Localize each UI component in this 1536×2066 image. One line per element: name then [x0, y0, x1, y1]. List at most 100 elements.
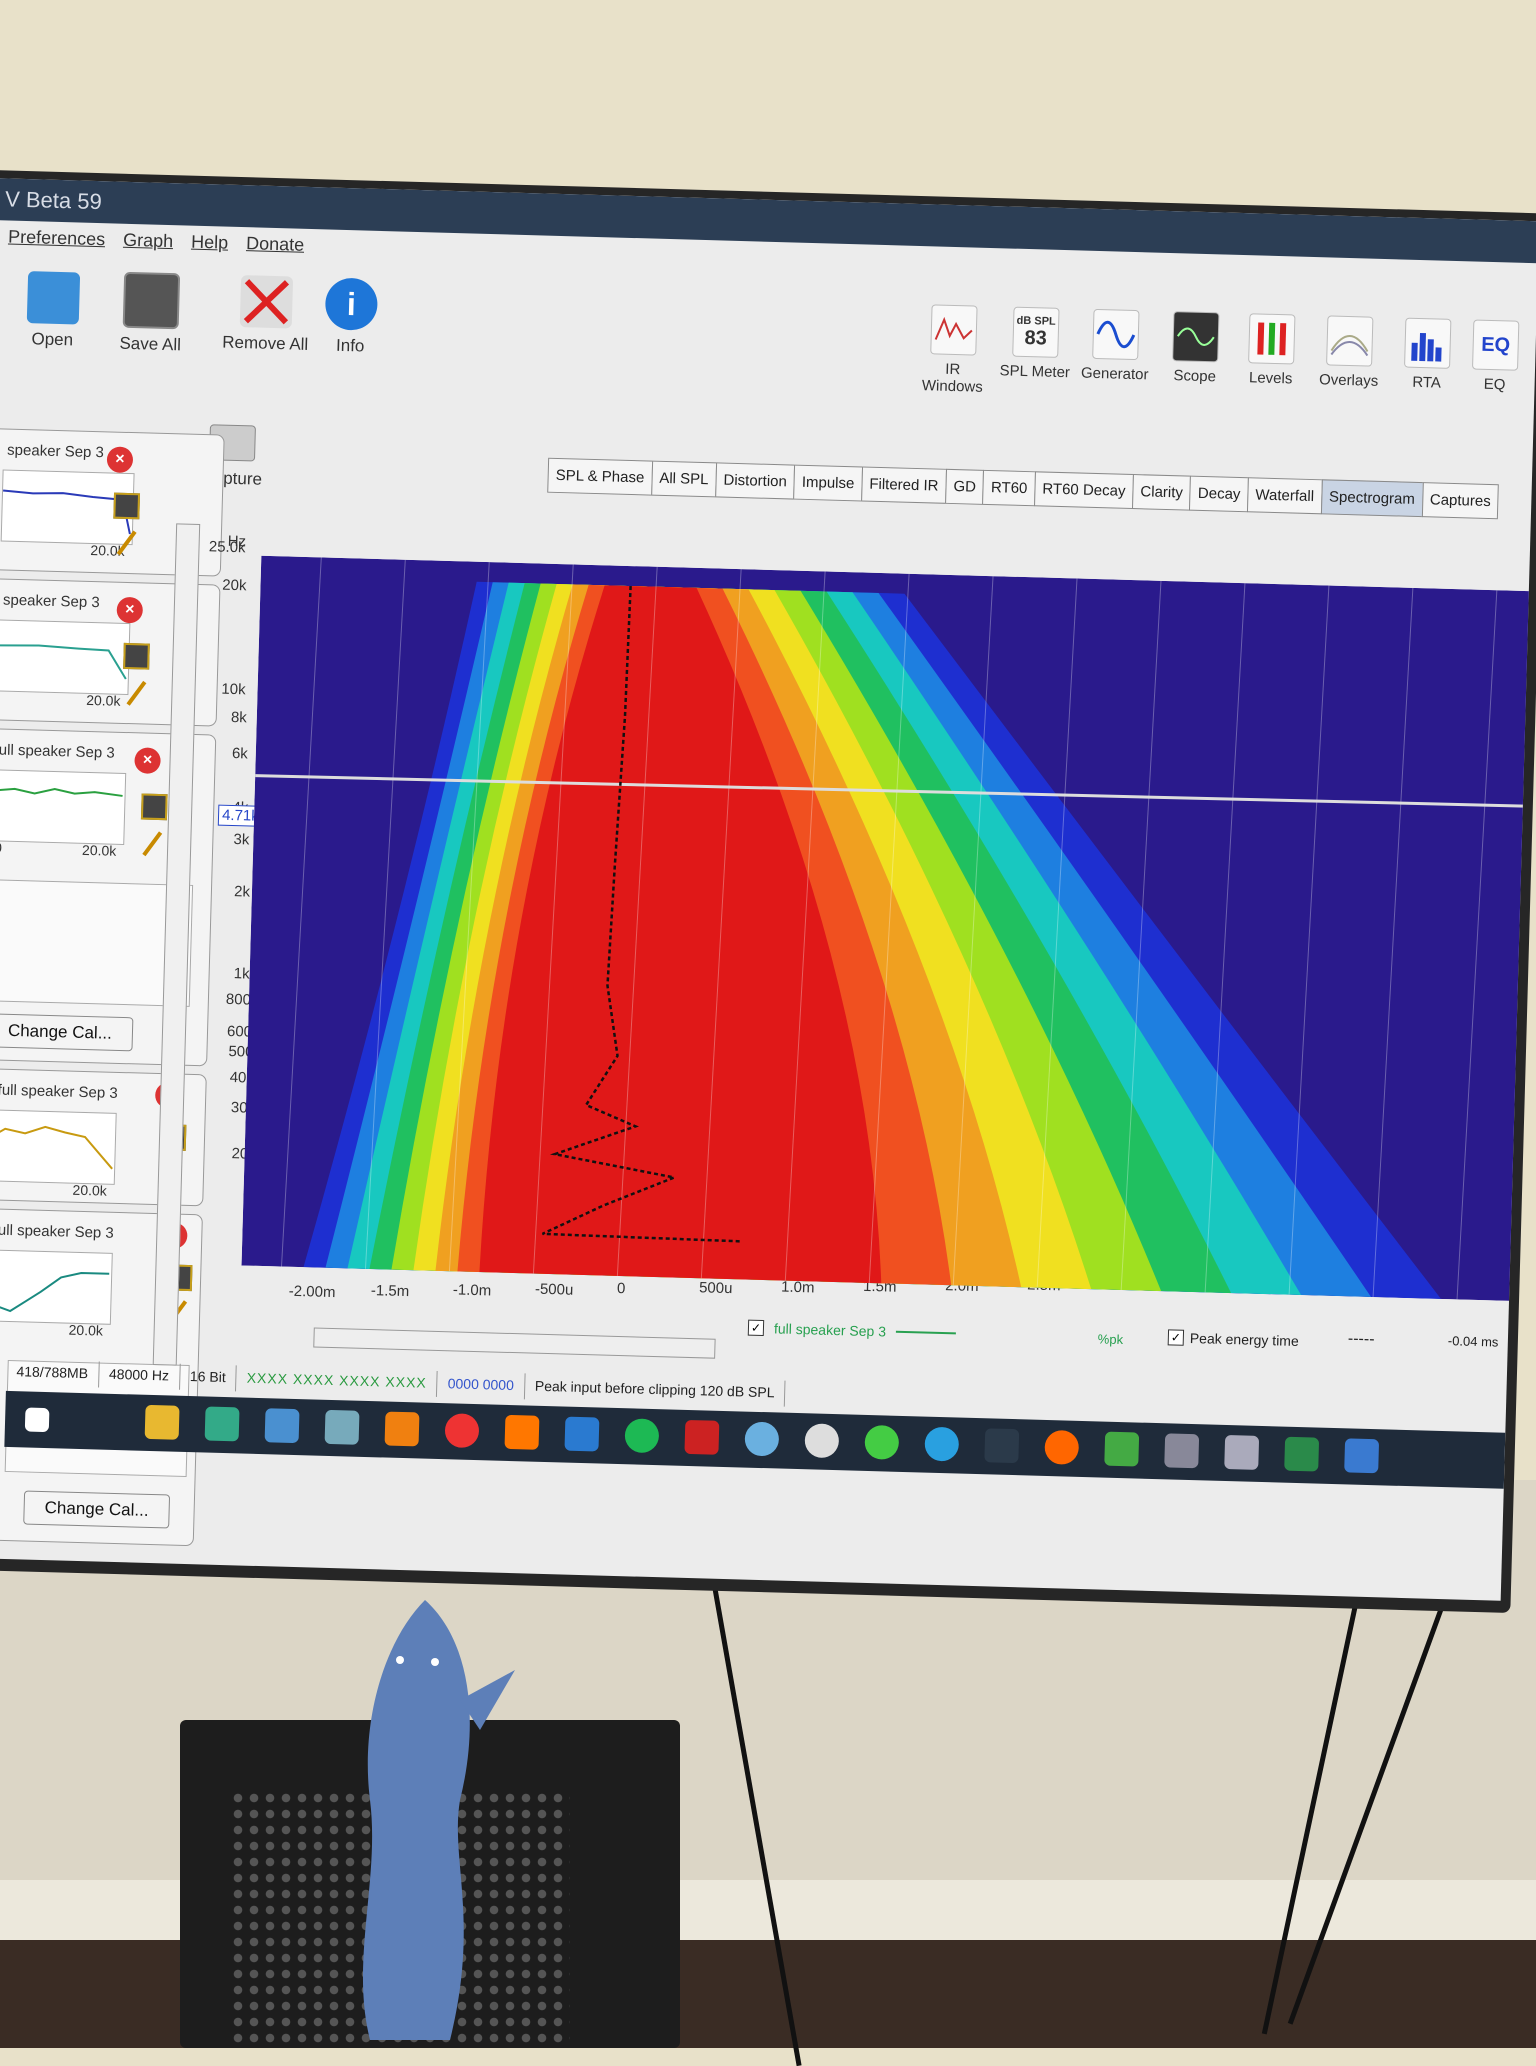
- overlays-button[interactable]: Overlays: [1308, 315, 1390, 390]
- spl-unit: dB SPL: [1016, 314, 1055, 327]
- app-icon[interactable]: [684, 1420, 719, 1455]
- info-button[interactable]: i Info: [320, 277, 382, 357]
- app-icon[interactable]: [325, 1410, 360, 1445]
- legend: ✓ full speaker Sep 3: [748, 1320, 956, 1342]
- menu-graph[interactable]: Graph: [123, 230, 174, 261]
- remove-all-button[interactable]: Remove All: [215, 274, 317, 355]
- menu-bar: Preferences Graph Help Donate: [0, 226, 304, 265]
- measurement-name: 5full speaker Sep 3: [0, 1221, 114, 1242]
- tab-spectrogram[interactable]: Spectrogram: [1321, 479, 1424, 517]
- generator-button[interactable]: Generator: [1075, 308, 1157, 383]
- save-measurement-icon[interactable]: [141, 793, 168, 820]
- tab-rt60-decay[interactable]: RT60 Decay: [1034, 471, 1134, 509]
- tab-decay[interactable]: Decay: [1189, 476, 1248, 513]
- time-scrollbar[interactable]: [313, 1327, 715, 1358]
- thumbnail-x-end: 20.0k: [72, 1182, 107, 1199]
- x-tick-label: -1.5m: [371, 1282, 410, 1300]
- remove-measurement-icon[interactable]: ×: [107, 446, 134, 473]
- status-message: Peak input before clipping 120 dB SPL: [525, 1373, 786, 1406]
- tab-clarity[interactable]: Clarity: [1132, 474, 1191, 511]
- scope-icon: [1172, 311, 1219, 362]
- app-icon[interactable]: [1164, 1433, 1199, 1468]
- tab-distortion[interactable]: Distortion: [715, 462, 795, 499]
- chrome-icon[interactable]: [445, 1413, 480, 1448]
- remove-measurement-icon[interactable]: ×: [134, 747, 161, 774]
- telegram-icon[interactable]: [924, 1427, 959, 1462]
- tab-waterfall[interactable]: Waterfall: [1247, 477, 1323, 514]
- graph-tabs: SPL & Phase All SPL Distortion Impulse F…: [547, 458, 1498, 520]
- tab-impulse[interactable]: Impulse: [793, 465, 862, 502]
- spotify-icon[interactable]: [624, 1418, 659, 1453]
- y-tick-label: 600: [196, 1022, 252, 1041]
- eq-icon: EQ: [1472, 319, 1519, 370]
- scope-button[interactable]: Scope: [1154, 311, 1236, 386]
- levels-label: Levels: [1230, 369, 1310, 388]
- spl-meter-button[interactable]: dB SPL 83 SPL Meter: [995, 306, 1077, 381]
- y-tick-label: 10k: [189, 680, 245, 699]
- tab-filtered-ir[interactable]: Filtered IR: [861, 466, 947, 503]
- tab-all-spl[interactable]: All SPL: [651, 461, 717, 498]
- tab-gd[interactable]: GD: [945, 469, 984, 505]
- legend-pk: %pk: [1098, 1331, 1124, 1347]
- peak-energy-checkbox[interactable]: ✓: [1168, 1329, 1184, 1345]
- save-all-label: Save All: [105, 333, 196, 356]
- spl-meter-label: SPL Meter: [995, 362, 1075, 381]
- levels-button[interactable]: Levels: [1230, 313, 1312, 388]
- y-tick-label: 25.0k: [189, 538, 245, 557]
- spl-meter-icon: dB SPL 83: [1012, 307, 1059, 358]
- change-cal-button[interactable]: Change Cal...: [0, 1013, 133, 1051]
- file-explorer-icon[interactable]: [145, 1405, 180, 1440]
- rta-button[interactable]: RTA: [1386, 317, 1468, 392]
- app-icon[interactable]: [804, 1423, 839, 1458]
- info-icon: i: [325, 277, 378, 330]
- open-button[interactable]: Open: [17, 271, 89, 351]
- app-icon[interactable]: [1224, 1435, 1259, 1470]
- windows-start-icon[interactable]: [25, 1407, 50, 1432]
- save-measurement-icon[interactable]: [123, 643, 150, 670]
- app-icon[interactable]: [1284, 1437, 1319, 1472]
- folder-icon: [27, 271, 80, 324]
- measurement-thumbnail: [0, 769, 126, 845]
- screen: V Beta 59 Preferences Graph Help Donate …: [0, 178, 1536, 1600]
- save-measurement-icon[interactable]: [113, 493, 140, 520]
- app-icon[interactable]: [265, 1408, 300, 1443]
- spectrogram-plot[interactable]: [242, 556, 1531, 1301]
- ir-windows-button[interactable]: IR Windows: [912, 304, 994, 396]
- menu-preferences[interactable]: Preferences: [8, 227, 106, 260]
- app-icon[interactable]: [1104, 1432, 1139, 1467]
- edit-icon[interactable]: [126, 681, 146, 706]
- edge-icon[interactable]: [564, 1417, 599, 1452]
- app-icon[interactable]: [1344, 1438, 1379, 1473]
- remove-measurement-icon[interactable]: ×: [116, 597, 143, 624]
- y-tick-label: 3k: [193, 830, 249, 849]
- app-icon[interactable]: [744, 1422, 779, 1457]
- tab-rt60[interactable]: RT60: [982, 470, 1035, 506]
- thumbnail-x-start: 0: [0, 839, 2, 855]
- thumbnail-x-end: 20.0k: [82, 842, 117, 859]
- rta-icon: [1404, 318, 1451, 369]
- app-icon[interactable]: [864, 1425, 899, 1460]
- open-label: Open: [17, 329, 88, 351]
- vlc-icon[interactable]: [385, 1412, 420, 1447]
- output-level-leds: 0000 0000: [437, 1371, 525, 1399]
- thumbnail-x-end: 20.0k: [86, 692, 121, 709]
- measurements-panel: speaker Sep 3 20.0k × speaker Sep 3 20.0…: [0, 408, 243, 1415]
- save-all-button[interactable]: Save All: [105, 271, 197, 355]
- app-icon[interactable]: [504, 1415, 539, 1450]
- shark-figurine: [330, 1600, 520, 2040]
- app-icon[interactable]: [984, 1428, 1019, 1463]
- series-checkbox[interactable]: ✓: [748, 1320, 764, 1336]
- app-icon[interactable]: [205, 1407, 240, 1442]
- tab-captures[interactable]: Captures: [1421, 482, 1499, 519]
- eq-button[interactable]: EQ EQ: [1464, 319, 1526, 394]
- peak-energy-toggle[interactable]: ✓ Peak energy time: [1168, 1329, 1299, 1349]
- menu-donate[interactable]: Donate: [246, 233, 305, 265]
- change-cal-button[interactable]: Change Cal...: [23, 1490, 170, 1528]
- edit-icon[interactable]: [142, 831, 162, 856]
- monitor: V Beta 59 Preferences Graph Help Donate …: [0, 170, 1536, 1613]
- firefox-icon[interactable]: [1044, 1430, 1079, 1465]
- menu-help[interactable]: Help: [191, 232, 229, 263]
- eq-label: EQ: [1464, 375, 1524, 394]
- remove-all-icon: [240, 275, 293, 328]
- tab-spl-phase[interactable]: SPL & Phase: [547, 458, 653, 496]
